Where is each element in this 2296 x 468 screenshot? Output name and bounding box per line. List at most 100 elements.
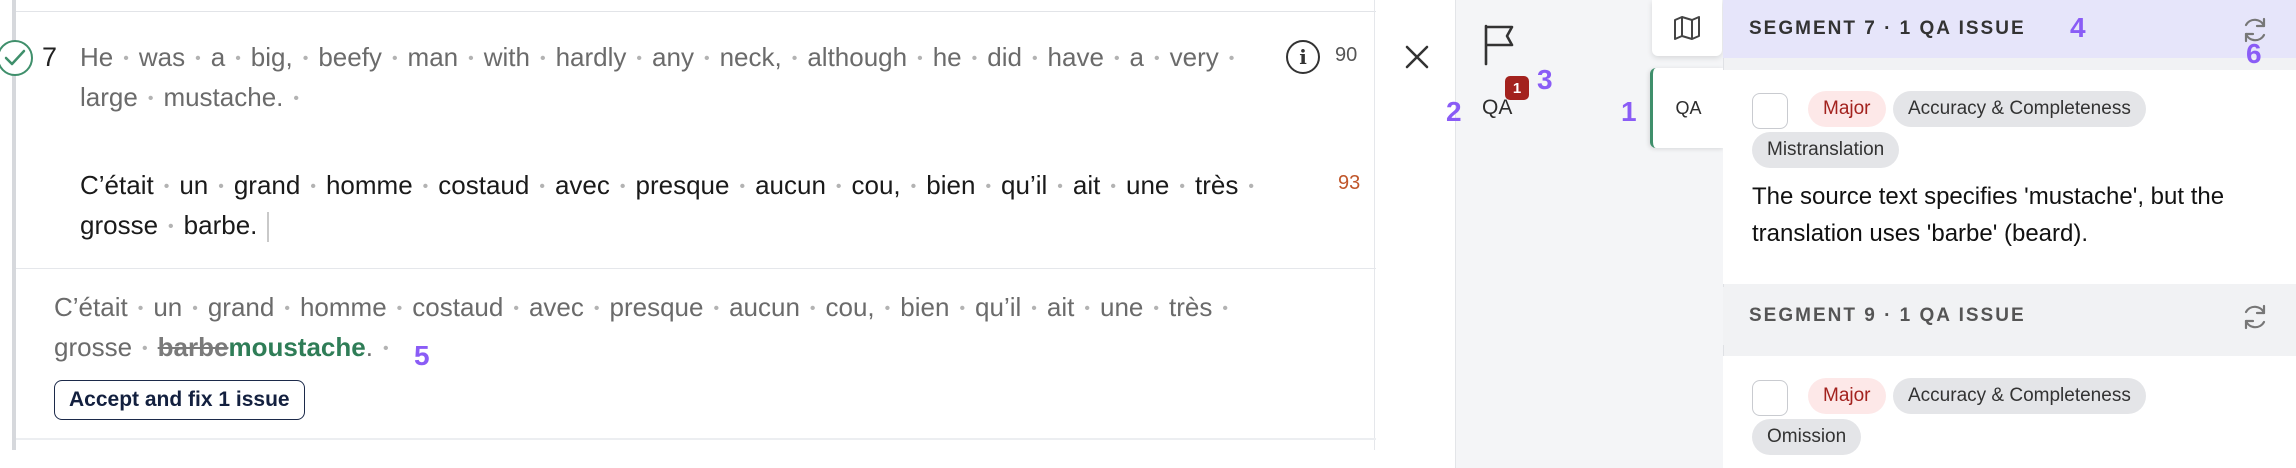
annotation-marker: 1 bbox=[1621, 96, 1637, 127]
flag-icon[interactable] bbox=[1480, 22, 1520, 66]
source-text: He • was • a • big, • beefy • man • with • hardly • any •… bbox=[80, 38, 1280, 118]
refresh-icon[interactable] bbox=[2240, 302, 2270, 332]
inserted-text: moustache bbox=[228, 332, 366, 363]
word: big, bbox=[250, 42, 293, 72]
space-marker: • bbox=[1110, 178, 1116, 196]
segment-number: 7 bbox=[42, 42, 58, 72]
space-marker: • bbox=[1057, 178, 1063, 196]
space-marker: • bbox=[147, 90, 154, 108]
word: aucun bbox=[729, 292, 800, 322]
qa-issue-count-badge: 1 bbox=[1505, 76, 1529, 100]
map-tab[interactable] bbox=[1652, 0, 1722, 56]
accept-fix-button[interactable]: Accept and fix 1 issue bbox=[54, 380, 305, 420]
space-marker: • bbox=[791, 50, 798, 68]
severity-badge: Major bbox=[1808, 378, 1886, 414]
space-marker: • bbox=[703, 50, 710, 68]
space-marker: • bbox=[1154, 50, 1160, 68]
word: did bbox=[987, 42, 1022, 72]
qa-tab[interactable]: QA bbox=[1650, 68, 1724, 148]
space-marker: • bbox=[235, 50, 241, 68]
issue-select-checkbox[interactable] bbox=[1752, 93, 1788, 129]
subcategory-tag: Omission bbox=[1752, 419, 1862, 455]
word: He bbox=[80, 42, 114, 72]
target-text-editor[interactable]: C’était • un • grand • homme • costaud • avec • pres… bbox=[80, 166, 1310, 246]
annotation-marker: 2 bbox=[1446, 96, 1462, 127]
issue-description: The source text specifies 'mustache', bu… bbox=[1752, 183, 2225, 247]
space-marker: • bbox=[1179, 178, 1185, 196]
space-marker: • bbox=[391, 50, 398, 68]
space-marker: • bbox=[713, 300, 720, 318]
word: was bbox=[138, 42, 186, 72]
word: avec bbox=[554, 170, 610, 200]
word: grosse bbox=[54, 332, 133, 363]
space-marker: • bbox=[192, 300, 198, 318]
space-marker: • bbox=[142, 340, 148, 358]
subcategory-tag: Mistranslation bbox=[1752, 132, 1900, 168]
word: avec bbox=[528, 292, 584, 322]
space-marker: • bbox=[539, 50, 546, 68]
space-marker: • bbox=[1031, 50, 1038, 68]
word: homme bbox=[299, 292, 387, 322]
space-marker: • bbox=[422, 178, 429, 196]
suggested-fix-text: C’était • un • grand • homme • costaud • avec • pres… bbox=[54, 288, 1304, 368]
space-marker: • bbox=[884, 300, 891, 318]
word: C’était bbox=[80, 170, 154, 200]
annotation-marker: 4 bbox=[2070, 12, 2086, 43]
word: a bbox=[210, 42, 226, 72]
word: presque bbox=[635, 170, 730, 200]
qa-group-header-segment-7[interactable]: SEGMENT 7 · 1 QA ISSUE bbox=[1723, 0, 2296, 58]
suggestion-trailing: . bbox=[365, 332, 373, 363]
word: un bbox=[153, 292, 183, 322]
space-marker: • bbox=[835, 178, 842, 196]
annotation-marker: 3 bbox=[1537, 64, 1553, 95]
word: neck, bbox=[719, 42, 782, 72]
severity-badge: Major bbox=[1808, 91, 1886, 127]
qa-group-header-segment-9[interactable]: SEGMENT 9 · 1 QA ISSUE bbox=[1723, 287, 2296, 345]
space-marker: • bbox=[1228, 50, 1235, 68]
segment-editor: 7 He • was • a • big, • beefy • man • with • hardly • an… bbox=[0, 0, 1455, 468]
space-marker: • bbox=[1248, 178, 1254, 196]
deleted-text: barbe bbox=[157, 332, 229, 363]
close-icon[interactable] bbox=[1398, 38, 1436, 76]
word: have bbox=[1047, 42, 1104, 72]
space-marker: • bbox=[468, 50, 474, 68]
space-marker: • bbox=[959, 300, 966, 318]
segment-confirmed-icon[interactable] bbox=[0, 40, 33, 76]
space-marker: • bbox=[137, 300, 144, 318]
space-marker: • bbox=[284, 300, 290, 318]
space-marker: • bbox=[1153, 300, 1159, 318]
word: although bbox=[807, 42, 908, 72]
annotation-marker: 5 bbox=[414, 340, 430, 371]
space-marker: • bbox=[1031, 300, 1037, 318]
word: homme bbox=[325, 170, 413, 200]
annotation-marker: 6 bbox=[2246, 38, 2262, 69]
space-marker: • bbox=[195, 50, 201, 68]
space-marker: • bbox=[809, 300, 816, 318]
word: he bbox=[932, 42, 962, 72]
editor-right-divider bbox=[1374, 0, 1375, 450]
space-marker: • bbox=[619, 178, 626, 196]
map-icon bbox=[1674, 16, 1700, 40]
issue-select-checkbox[interactable] bbox=[1752, 380, 1788, 416]
space-marker: • bbox=[1113, 50, 1120, 68]
word: costaud bbox=[412, 292, 504, 322]
word: très bbox=[1168, 292, 1213, 322]
space-marker: • bbox=[917, 50, 923, 68]
space-marker: • bbox=[163, 178, 170, 196]
space-marker: • bbox=[910, 178, 917, 196]
editor-bottom-border bbox=[16, 438, 1376, 440]
space-marker: • bbox=[396, 300, 403, 318]
space-marker: • bbox=[310, 178, 316, 196]
word: une bbox=[1125, 170, 1170, 200]
space-marker: • bbox=[218, 178, 224, 196]
word: presque bbox=[609, 292, 704, 322]
word: un bbox=[179, 170, 209, 200]
space-marker: • bbox=[539, 178, 545, 196]
info-icon[interactable]: i bbox=[1286, 40, 1320, 74]
space-marker: • bbox=[593, 300, 600, 318]
word: qu’il bbox=[975, 292, 1022, 322]
word: bien bbox=[900, 292, 950, 322]
space-marker: • bbox=[382, 340, 389, 358]
word: a bbox=[1129, 42, 1145, 72]
word: qu’il bbox=[1001, 170, 1048, 200]
